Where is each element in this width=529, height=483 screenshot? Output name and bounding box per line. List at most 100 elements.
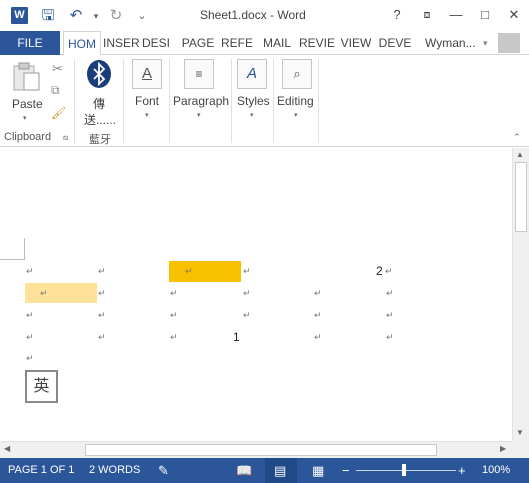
minimize-button[interactable]: — xyxy=(442,3,470,27)
group-divider xyxy=(74,59,75,143)
read-mode-icon[interactable]: 📖 xyxy=(236,458,252,483)
scroll-right-icon[interactable]: ▶ xyxy=(500,444,506,453)
editing-button[interactable]: Editing xyxy=(277,94,314,108)
font-dropdown-icon[interactable]: ▾ xyxy=(145,111,149,119)
cell-value-1[interactable]: 1 xyxy=(233,330,240,344)
undo-dropdown-icon[interactable]: ▾ xyxy=(86,6,106,26)
paragraph-mark: ↵ xyxy=(314,310,322,320)
paste-button[interactable]: Paste xyxy=(12,97,43,111)
horizontal-scroll-thumb[interactable] xyxy=(85,444,437,456)
copy-icon[interactable]: ⧉ xyxy=(51,83,60,98)
scrollbar-corner xyxy=(512,441,529,458)
group-divider xyxy=(231,59,232,143)
clipboard-launcher-icon[interactable]: ⧅ xyxy=(63,133,68,143)
tab-developer[interactable]: DEVE xyxy=(377,31,413,55)
cut-icon[interactable]: ✂ xyxy=(52,61,63,77)
bluetooth-send-label-2[interactable]: 送...... xyxy=(84,111,116,128)
tab-mailings[interactable]: MAIL xyxy=(260,31,294,55)
page-count[interactable]: PAGE 1 OF 1 xyxy=(8,458,74,483)
user-account[interactable]: Wyman... xyxy=(425,31,476,55)
tab-page-layout[interactable]: PAGE xyxy=(181,31,215,55)
group-divider xyxy=(273,59,274,143)
paragraph-mark: ↵ xyxy=(26,310,34,320)
customize-qat-icon[interactable]: ⌄ xyxy=(132,6,152,26)
paragraph-mark: ↵ xyxy=(185,266,193,276)
paragraph-mark: ↵ xyxy=(26,266,34,276)
styles-icon[interactable]: A xyxy=(237,59,267,89)
scroll-up-icon[interactable]: ▲ xyxy=(516,150,524,159)
ribbon-display-options-icon[interactable]: ⧈ xyxy=(413,3,441,27)
paragraph-mark: ↵ xyxy=(26,353,34,363)
paragraph-mark: ↵ xyxy=(98,288,106,298)
font-icon[interactable]: A xyxy=(132,59,162,89)
highlighted-cell-orange[interactable] xyxy=(169,261,241,282)
clipboard-group-label: Clipboard xyxy=(4,131,52,143)
paragraph-mark: ↵ xyxy=(170,332,178,342)
styles-dropdown-icon[interactable]: ▾ xyxy=(250,111,254,119)
help-button[interactable]: ? xyxy=(383,3,411,27)
tab-home[interactable]: HOM xyxy=(63,31,101,56)
tab-references[interactable]: REFE xyxy=(220,31,254,55)
paragraph-mark: ↵ xyxy=(243,310,251,320)
print-layout-icon[interactable]: ▤ xyxy=(274,458,286,483)
highlighted-cell-yellow[interactable] xyxy=(25,283,97,303)
paste-dropdown-icon[interactable]: ▾ xyxy=(23,114,27,122)
close-button[interactable]: ✕ xyxy=(500,3,528,27)
paragraph-dropdown-icon[interactable]: ▾ xyxy=(197,111,201,119)
paragraph-mark: ↵ xyxy=(385,266,393,276)
restore-button[interactable]: □ xyxy=(471,3,499,27)
proofing-icon[interactable]: ✎ xyxy=(158,458,169,483)
web-layout-icon[interactable]: ▦ xyxy=(312,458,324,483)
tab-view[interactable]: VIEW xyxy=(340,31,372,55)
format-painter-icon[interactable]: 🖌 xyxy=(51,106,66,120)
paragraph-mark: ↵ xyxy=(98,310,106,320)
collapse-ribbon-icon[interactable]: ⌃ xyxy=(513,132,521,143)
undo-icon[interactable]: ↶ xyxy=(66,6,86,26)
bluetooth-icon[interactable] xyxy=(86,59,112,89)
binoculars-icon[interactable]: ⌕ xyxy=(282,59,312,89)
paragraph-mark: ↵ xyxy=(170,288,178,298)
status-bar: PAGE 1 OF 1 2 WORDS ✎ 📖 ▤ ▦ − + 100% xyxy=(0,458,529,483)
tab-file[interactable]: FILE xyxy=(0,31,60,55)
zoom-in-icon[interactable]: + xyxy=(458,458,466,483)
font-button[interactable]: Font xyxy=(135,94,159,108)
paragraph-mark: ↵ xyxy=(386,288,394,298)
zoom-slider[interactable] xyxy=(356,470,456,471)
paragraph-mark: ↵ xyxy=(243,288,251,298)
horizontal-scrollbar[interactable]: ◀ ▶ xyxy=(0,441,512,458)
user-caret-icon[interactable]: ▾ xyxy=(483,31,488,55)
save-icon[interactable]: 🖫 xyxy=(38,6,58,26)
group-divider xyxy=(169,59,170,143)
vertical-scroll-thumb[interactable] xyxy=(515,162,527,232)
bluetooth-group-label: 藍牙 xyxy=(89,134,111,146)
styles-button[interactable]: Styles xyxy=(237,94,270,108)
vertical-scrollbar[interactable]: ▲ ▼ xyxy=(512,148,529,441)
paragraph-mark: ↵ xyxy=(98,332,106,342)
paragraph-button[interactable]: Paragraph xyxy=(173,94,229,108)
paste-icon[interactable] xyxy=(12,61,42,91)
zoom-level[interactable]: 100% xyxy=(482,458,510,483)
ime-mode-indicator[interactable]: 英 xyxy=(25,370,58,403)
paragraph-icon[interactable]: ≡ xyxy=(184,59,214,89)
zoom-slider-thumb[interactable] xyxy=(402,464,406,476)
group-divider xyxy=(123,59,124,143)
scroll-left-icon[interactable]: ◀ xyxy=(4,444,10,453)
paragraph-mark: ↵ xyxy=(314,288,322,298)
cell-value-2[interactable]: 2 xyxy=(376,264,383,278)
ribbon-tabs: FILE HOM INSER DESI PAGE REFE MAIL REVIE… xyxy=(0,31,529,56)
paragraph-mark: ↵ xyxy=(26,332,34,342)
document-canvas[interactable]: ↵ ↵ ↵ ↵ 2 ↵ ↵ ↵ ↵ ↵ ↵ ↵ ↵ ↵ ↵ ↵ ↵ ↵ ↵ ↵ … xyxy=(0,148,512,441)
avatar[interactable] xyxy=(498,33,520,53)
paragraph-mark: ↵ xyxy=(243,266,251,276)
bluetooth-send-label-1[interactable]: 傳 xyxy=(93,95,105,112)
word-app-icon[interactable]: W xyxy=(11,7,28,24)
editing-dropdown-icon[interactable]: ▾ xyxy=(294,111,298,119)
word-count[interactable]: 2 WORDS xyxy=(89,458,140,483)
scroll-down-icon[interactable]: ▼ xyxy=(516,428,524,437)
paragraph-mark: ↵ xyxy=(386,310,394,320)
tab-design[interactable]: DESI xyxy=(141,31,171,55)
tab-insert[interactable]: INSER xyxy=(103,31,140,55)
redo-icon[interactable]: ↻ xyxy=(106,6,126,26)
zoom-out-icon[interactable]: − xyxy=(342,458,350,483)
tab-review[interactable]: REVIE xyxy=(299,31,335,55)
